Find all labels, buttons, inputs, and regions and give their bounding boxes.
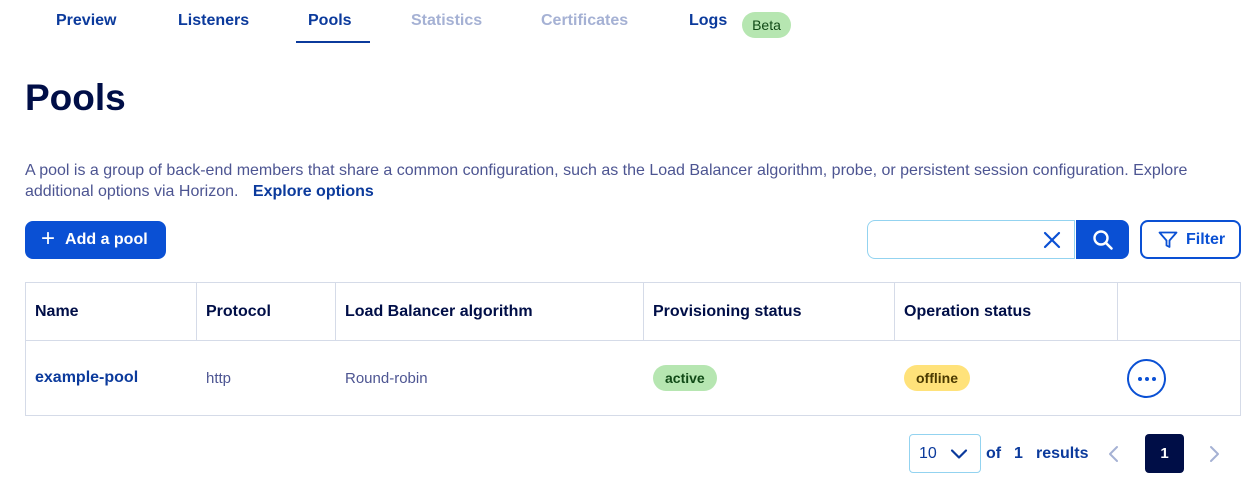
- cell-provisioning-status: active: [644, 341, 895, 415]
- description-text: A pool is a group of back-end members th…: [25, 162, 1188, 200]
- pagination-results-label: results: [1036, 445, 1089, 462]
- pool-name-link[interactable]: example-pool: [35, 369, 138, 387]
- cell-algorithm: Round-robin: [345, 369, 428, 387]
- chevron-right-icon[interactable]: [1206, 444, 1222, 464]
- tab-logs[interactable]: Logs: [689, 12, 727, 30]
- search-box: [867, 220, 1075, 259]
- chevron-left-icon[interactable]: [1106, 444, 1122, 464]
- table-row: example-pool http Round-robin active off…: [26, 341, 1240, 415]
- tab-certificates: Certificates: [541, 12, 629, 29]
- tab-bar: Preview Listeners Pools Statistics Certi…: [0, 0, 1257, 44]
- pagination-of-label: of: [986, 445, 1002, 462]
- pagination-total-pages: 1: [1014, 445, 1023, 462]
- cell-operation-status: offline: [895, 341, 1118, 415]
- table-header-row: Name Protocol Load Balancer algorithm Pr…: [26, 283, 1240, 341]
- search-icon: [1092, 229, 1113, 250]
- add-pool-button[interactable]: + Add a pool: [25, 221, 166, 259]
- header-algorithm[interactable]: Load Balancer algorithm: [336, 283, 644, 340]
- tab-pools[interactable]: Pools: [296, 12, 369, 43]
- pools-table: Name Protocol Load Balancer algorithm Pr…: [25, 282, 1241, 416]
- cell-name: example-pool: [26, 341, 197, 415]
- page-description: A pool is a group of back-end members th…: [25, 160, 1225, 202]
- more-icon: [1137, 376, 1142, 381]
- tab-listeners[interactable]: Listeners: [178, 12, 249, 30]
- filter-button[interactable]: Filter: [1140, 220, 1241, 259]
- tab-preview[interactable]: Preview: [56, 12, 116, 30]
- header-provisioning-status[interactable]: Provisioning status: [644, 283, 895, 340]
- provisioning-status-badge: active: [653, 365, 717, 391]
- page-size-value: 10: [919, 445, 937, 462]
- page-size-select[interactable]: 10: [909, 434, 981, 473]
- search-input[interactable]: [872, 225, 1032, 254]
- explore-options-link[interactable]: Explore options: [253, 183, 374, 200]
- filter-label: Filter: [1186, 230, 1226, 248]
- operation-status-badge: offline: [904, 365, 970, 391]
- header-operation-status[interactable]: Operation status: [895, 283, 1118, 340]
- filter-icon: [1158, 231, 1178, 248]
- beta-badge: Beta: [742, 12, 791, 38]
- chevron-down-icon: [950, 449, 968, 459]
- page-title: Pools: [25, 77, 126, 118]
- pagination-current-page[interactable]: 1: [1145, 434, 1184, 473]
- row-actions-button[interactable]: [1127, 359, 1166, 398]
- header-protocol[interactable]: Protocol: [197, 283, 336, 340]
- plus-icon: +: [41, 224, 56, 252]
- header-name[interactable]: Name: [26, 283, 197, 340]
- cell-protocol: http: [206, 369, 232, 387]
- header-actions: [1118, 283, 1240, 340]
- tab-statistics: Statistics: [411, 12, 483, 29]
- close-icon[interactable]: [1042, 230, 1062, 250]
- search-button[interactable]: [1076, 220, 1129, 259]
- add-pool-label: Add a pool: [65, 231, 148, 248]
